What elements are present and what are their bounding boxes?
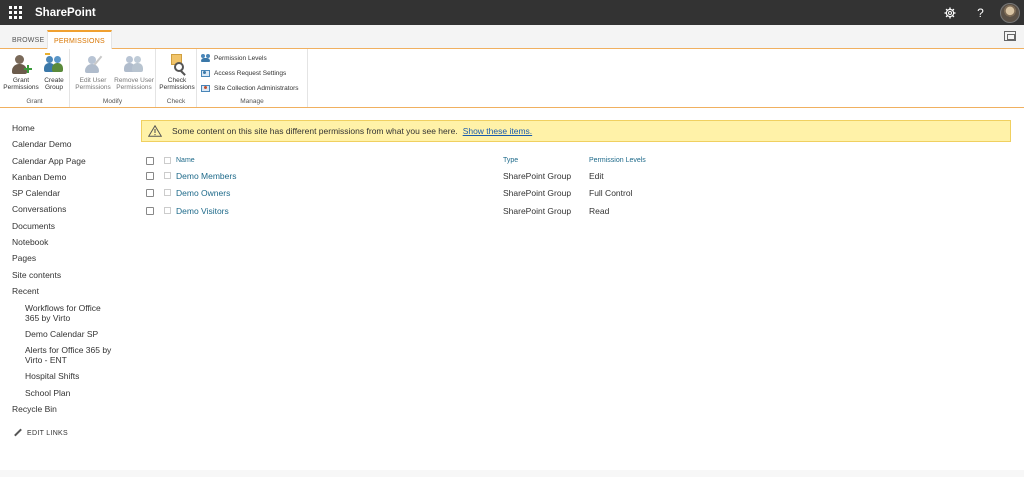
check-permissions-button[interactable]: Check Permissions	[157, 53, 197, 91]
nav-item-kanban-demo[interactable]: Kanban Demo	[12, 171, 132, 187]
edit-links-button[interactable]: EDIT LINKS	[14, 429, 68, 437]
nav-item-sp-calendar[interactable]: SP Calendar	[12, 187, 132, 203]
page-bottom-edge	[0, 470, 1024, 477]
tab-browse[interactable]: BROWSE	[6, 31, 50, 49]
access-request-settings-icon	[201, 69, 211, 78]
pencil-icon	[14, 429, 22, 437]
ribbon: Grant Permissions Create Group Grant Edi…	[0, 49, 1024, 108]
group-name-link[interactable]: Demo Owners	[176, 188, 230, 198]
row-type-icon	[164, 172, 171, 179]
nav-item-notebook[interactable]: Notebook	[12, 236, 132, 252]
nav-item-school-plan[interactable]: School Plan	[12, 387, 132, 403]
nav-item-recycle-bin[interactable]: Recycle Bin	[12, 403, 132, 419]
check-permissions-label: Check Permissions	[159, 77, 195, 91]
nav-item-recent[interactable]: Recent	[12, 285, 132, 301]
remove-user-permissions-label: Remove User Permissions	[114, 77, 154, 91]
row-checkbox[interactable]	[146, 188, 154, 197]
access-request-settings-label: Access Request Settings	[214, 70, 287, 77]
row-checkbox[interactable]	[146, 206, 154, 215]
select-all-checkbox[interactable]	[146, 156, 154, 165]
left-navigation: Home Calendar Demo Calendar App Page Kan…	[12, 122, 132, 419]
edit-user-permissions-label: Edit User Permissions	[75, 77, 111, 91]
ribbon-group-label-modify: Modify	[102, 98, 123, 105]
grant-permissions-button[interactable]: Grant Permissions	[3, 53, 39, 91]
tab-permissions[interactable]: PERMISSIONS	[47, 30, 112, 50]
nav-item-site-contents[interactable]: Site contents	[12, 269, 132, 285]
nav-item-demo-calendar-sp[interactable]: Demo Calendar SP	[12, 328, 132, 345]
column-header-name[interactable]: Name	[176, 157, 195, 164]
nav-item-workflows-for-office-365[interactable]: Workflows for Office 365 by Virto	[12, 301, 112, 328]
column-header-type[interactable]: Type	[503, 157, 518, 164]
ribbon-group-grant: Grant Permissions Create Group Grant	[0, 49, 70, 107]
nav-item-calendar-app-page[interactable]: Calendar App Page	[12, 155, 132, 171]
header-type-icon	[164, 157, 171, 164]
site-collection-administrators-label: Site Collection Administrators	[214, 85, 299, 92]
nav-item-pages[interactable]: Pages	[12, 252, 132, 268]
create-group-label: Create Group	[44, 77, 64, 91]
ribbon-group-label-grant: Grant	[26, 98, 43, 105]
ribbon-tab-row: BROWSE PERMISSIONS	[0, 25, 1024, 50]
create-group-icon	[43, 53, 65, 75]
app-launcher-icon[interactable]	[0, 0, 30, 25]
site-collection-administrators-icon	[201, 84, 211, 93]
table-row[interactable]: Demo Visitors SharePoint Group Read	[145, 202, 845, 219]
group-type: SharePoint Group	[503, 170, 572, 181]
group-type: SharePoint Group	[503, 187, 572, 198]
ribbon-group-label-check: Check	[166, 98, 186, 105]
row-type-icon	[164, 207, 171, 214]
table-row[interactable]: Demo Owners SharePoint Group Full Contro…	[145, 184, 845, 201]
grant-permissions-label: Grant Permissions	[3, 77, 39, 91]
table-row[interactable]: Demo Members SharePoint Group Edit	[145, 167, 845, 184]
nav-item-conversations[interactable]: Conversations	[12, 203, 132, 219]
permission-levels-icon	[201, 54, 211, 63]
nav-item-hospital-shifts[interactable]: Hospital Shifts	[12, 370, 132, 386]
nav-item-calendar-demo[interactable]: Calendar Demo	[12, 138, 132, 154]
edit-user-permissions-button[interactable]: Edit User Permissions	[73, 53, 113, 91]
row-checkbox[interactable]	[146, 171, 154, 180]
permission-levels-label: Permission Levels	[214, 55, 267, 62]
group-name-link[interactable]: Demo Members	[176, 171, 236, 181]
help-icon[interactable]: ?	[965, 0, 996, 25]
row-type-icon	[164, 189, 171, 196]
app-title[interactable]: SharePoint	[35, 7, 96, 19]
check-permissions-icon	[166, 53, 188, 76]
edit-user-permissions-icon	[82, 53, 104, 75]
site-collection-administrators-button[interactable]: Site Collection Administrators	[201, 84, 299, 93]
ribbon-group-check: Check Permissions Check	[156, 49, 197, 107]
edit-links-label: EDIT LINKS	[27, 429, 68, 437]
suite-bar: SharePoint ?	[0, 0, 1024, 25]
warning-message: Some content on this site has different …	[172, 126, 458, 136]
warning-icon	[148, 125, 162, 137]
remove-user-permissions-icon	[123, 53, 145, 75]
group-type: SharePoint Group	[503, 205, 572, 216]
settings-gear-icon[interactable]	[934, 0, 965, 25]
nav-item-home[interactable]: Home	[12, 122, 132, 138]
ribbon-group-modify: Edit User Permissions Remove User Permis…	[70, 49, 156, 107]
group-name-link[interactable]: Demo Visitors	[176, 206, 229, 216]
nav-item-documents[interactable]: Documents	[12, 220, 132, 236]
access-request-settings-button[interactable]: Access Request Settings	[201, 69, 286, 78]
create-group-button[interactable]: Create Group	[40, 53, 68, 91]
ribbon-group-label-manage: Manage	[240, 98, 264, 105]
permission-levels-button[interactable]: Permission Levels	[201, 54, 267, 63]
group-permission-level: Edit	[589, 170, 604, 181]
group-permission-level: Full Control	[589, 187, 633, 198]
group-permission-level: Read	[589, 205, 610, 216]
avatar[interactable]	[1000, 2, 1020, 23]
column-header-permission-levels[interactable]: Permission Levels	[589, 157, 646, 164]
show-these-items-link[interactable]: Show these items.	[463, 126, 532, 136]
grant-permissions-icon	[10, 53, 32, 75]
nav-item-alerts-for-office-365[interactable]: Alerts for Office 365 by Virto - ENT	[12, 344, 122, 370]
permissions-warning-bar: Some content on this site has different …	[141, 120, 1011, 142]
focus-on-content-icon[interactable]	[1004, 31, 1016, 41]
remove-user-permissions-button[interactable]: Remove User Permissions	[112, 53, 156, 91]
